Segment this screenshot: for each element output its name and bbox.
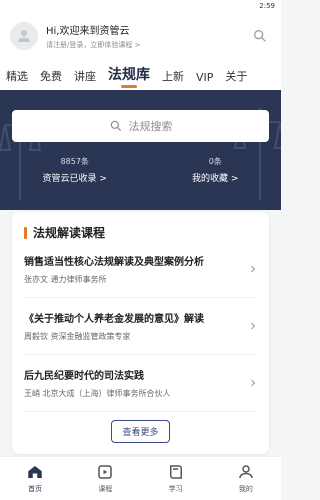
section-title-accent <box>24 226 27 239</box>
tab-new[interactable]: 上新 <box>162 68 184 84</box>
nav-home-label: 首页 <box>28 485 43 493</box>
nav-study[interactable]: 学习 <box>167 463 185 494</box>
course-item[interactable]: 后九民纪要时代的司法实践 王峭 北京大成（上海）律师事务所合伙人 <box>24 355 257 412</box>
search-icon[interactable] <box>249 25 271 47</box>
course-meta: 张亦文 通力律师事务所 <box>24 275 107 284</box>
home-icon <box>28 466 42 478</box>
tab-free[interactable]: 免费 <box>40 68 62 84</box>
login-prompt[interactable]: 请注册/登录，立即体验课程 > <box>46 40 140 50</box>
header: Hi,欢迎来到资管云 请注册/登录，立即体验课程 > <box>0 12 281 60</box>
bottom-nav: 首页 课程 学习 我的 <box>0 456 281 500</box>
course-meta: 周毅钦 资深金融监管政策专家 <box>24 332 131 341</box>
section-title-text: 法规解读课程 <box>33 226 106 240</box>
tab-vip[interactable]: VIP <box>196 71 213 84</box>
course-title: 销售适当性核心法规解读及典型案例分析 <box>24 257 204 268</box>
nav-study-label: 学习 <box>168 485 183 493</box>
search-placeholder: 法规搜索 <box>128 120 173 133</box>
stat-collected-label: 资管云已收录 > <box>42 174 107 184</box>
greeting: Hi,欢迎来到资管云 <box>46 26 130 37</box>
stat-collected[interactable]: 8857条 资管云已收录 > <box>43 156 107 184</box>
view-more-button[interactable]: 查看更多 <box>111 420 170 443</box>
nav-course-label: 课程 <box>98 485 113 493</box>
status-time: 2:59 <box>259 2 275 10</box>
stat-collected-value: 8857条 <box>60 157 89 166</box>
section-title: 法规解读课程 <box>24 224 257 241</box>
tab-about[interactable]: 关于 <box>225 68 247 84</box>
user-icon <box>239 465 253 479</box>
tab-featured[interactable]: 精选 <box>6 68 28 84</box>
hero-banner: 法规搜索 8857条 资管云已收录 > 0条 我的收藏 > <box>0 90 281 210</box>
hero-stats: 8857条 资管云已收录 > 0条 我的收藏 > <box>0 156 281 184</box>
nav-me-label: 我的 <box>238 485 253 493</box>
chevron-right-icon <box>251 379 256 387</box>
tab-lectures[interactable]: 讲座 <box>74 68 96 84</box>
nav-me[interactable]: 我的 <box>237 463 255 494</box>
stat-favorites-value: 0条 <box>208 157 222 166</box>
nav-course[interactable]: 课程 <box>96 463 114 494</box>
course-title: 《关于推动个人养老金发展的意见》解读 <box>24 314 204 325</box>
stat-favorites[interactable]: 0条 我的收藏 > <box>192 156 238 184</box>
course-meta: 王峭 北京大成（上海）律师事务所合伙人 <box>24 389 171 398</box>
avatar-icon <box>18 30 30 42</box>
course-icon <box>98 465 113 479</box>
scales-decoration <box>0 108 281 200</box>
course-item[interactable]: 销售适当性核心法规解读及典型案例分析 张亦文 通力律师事务所 <box>24 241 257 298</box>
search-icon <box>110 120 121 132</box>
chevron-right-icon <box>251 322 256 330</box>
nav-home[interactable]: 首页 <box>26 463 44 494</box>
more-wrap: 查看更多 <box>24 420 257 443</box>
course-title: 后九民纪要时代的司法实践 <box>24 371 144 382</box>
law-courses-card: 法规解读课程 销售适当性核心法规解读及典型案例分析 张亦文 通力律师事务所 《关… <box>12 212 269 454</box>
avatar[interactable] <box>10 22 38 50</box>
chevron-right-icon <box>251 265 256 273</box>
top-tabs: 精选 免费 讲座 法规库 上新 VIP 关于 <box>0 60 281 90</box>
tab-law-library[interactable]: 法规库 <box>108 64 150 84</box>
law-search-input[interactable]: 法规搜索 <box>12 110 269 142</box>
course-item[interactable]: 《关于推动个人养老金发展的意见》解读 周毅钦 资深金融监管政策专家 <box>24 298 257 355</box>
stat-favorites-label: 我的收藏 > <box>192 174 239 184</box>
status-bar: 2:59 <box>0 0 281 12</box>
book-icon <box>169 465 182 479</box>
